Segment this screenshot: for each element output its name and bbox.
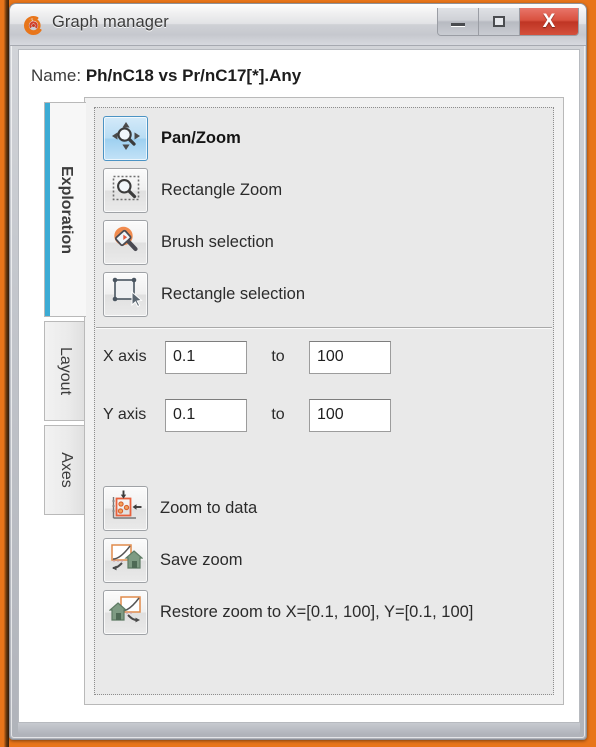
minimize-icon	[451, 23, 465, 27]
action-row-restore-zoom[interactable]: Restore zoom to X=[0.1, 100], Y=[0.1, 10…	[103, 590, 545, 635]
section-separator	[96, 327, 552, 329]
graph-name-label: Name:	[31, 66, 82, 85]
rectangle-zoom-icon	[109, 171, 143, 210]
x-axis-max-input[interactable]	[309, 340, 391, 374]
graph-name-value: Ph/nC18 vs Pr/nC17[*].Any	[85, 66, 302, 85]
y-axis-max-input[interactable]	[309, 398, 391, 432]
action-row-save-zoom[interactable]: Save zoom	[103, 538, 545, 583]
action-row-zoom-to-data[interactable]: Zoom to data	[103, 486, 545, 531]
maximize-button[interactable]	[479, 8, 520, 35]
tool-row-rectangle-selection[interactable]: Rectangle selection	[103, 272, 552, 317]
y-axis-row: Y axis to	[103, 398, 545, 432]
close-icon: X	[542, 11, 556, 32]
x-axis-min-input[interactable]	[165, 340, 247, 374]
spiral-logo-icon	[23, 15, 44, 36]
desktop-edge-shadow	[0, 0, 9, 747]
rectangle-selection-label: Rectangle selection	[161, 285, 306, 303]
exploration-tab-panel: Pan/Zoom Rectangle Zoom Brush selection …	[84, 97, 564, 705]
tab-layout-label: Layout	[57, 346, 75, 396]
close-button[interactable]: X	[520, 8, 578, 35]
desktop-backdrop: Graph manager X Name: Ph/nC18 vs Pr/nC17…	[0, 0, 596, 747]
x-axis-label: X axis	[103, 348, 147, 365]
tab-exploration-label: Exploration	[57, 165, 75, 254]
save-zoom-button[interactable]	[103, 538, 148, 583]
tool-row-rectangle-zoom[interactable]: Rectangle Zoom	[103, 168, 552, 213]
x-axis-to-label: to	[271, 348, 285, 365]
y-axis-min-input[interactable]	[165, 398, 247, 432]
tool-row-brush-selection[interactable]: Brush selection	[103, 220, 552, 265]
tab-strip: Exploration Layout Axes	[44, 102, 86, 515]
rectangle-selection-icon	[109, 275, 143, 314]
tab-axes[interactable]: Axes	[44, 425, 86, 515]
restore-zoom-icon	[107, 593, 143, 632]
panel-focus-frame: Pan/Zoom Rectangle Zoom Brush selection …	[94, 107, 554, 695]
restore-zoom-button[interactable]	[103, 590, 148, 635]
pan-zoom-button[interactable]	[103, 116, 148, 161]
zoom-to-data-icon	[109, 489, 143, 528]
y-axis-label: Y axis	[103, 406, 147, 423]
y-axis-to-label: to	[271, 406, 285, 423]
pan-zoom-label: Pan/Zoom	[161, 129, 241, 147]
save-zoom-label: Save zoom	[160, 551, 243, 569]
rectangle-zoom-label: Rectangle Zoom	[161, 181, 283, 199]
maximize-icon	[493, 16, 505, 27]
zoom-to-data-button[interactable]	[103, 486, 148, 531]
tab-axes-label: Axes	[57, 452, 75, 488]
axis-range-section: X axis to Y axis to	[103, 340, 545, 432]
window-controls: X	[437, 8, 579, 36]
save-zoom-icon	[109, 541, 144, 580]
window-title: Graph manager	[52, 13, 169, 31]
x-axis-row: X axis to	[103, 340, 545, 374]
tab-exploration[interactable]: Exploration	[44, 102, 86, 317]
graph-name-row: Name: Ph/nC18 vs Pr/nC17[*].Any	[31, 66, 301, 86]
minimize-button[interactable]	[438, 8, 479, 35]
zoom-to-data-label: Zoom to data	[160, 499, 258, 517]
client-area: Name: Ph/nC18 vs Pr/nC17[*].Any Explorat…	[18, 49, 580, 723]
graph-manager-window: Graph manager X Name: Ph/nC18 vs Pr/nC17…	[9, 3, 587, 740]
window-bottom-strip	[18, 723, 580, 734]
restore-zoom-label: Restore zoom to X=[0.1, 100], Y=[0.1, 10…	[160, 603, 474, 621]
pan-zoom-icon	[109, 119, 143, 158]
tool-row-pan-zoom[interactable]: Pan/Zoom	[103, 116, 552, 161]
brush-selection-label: Brush selection	[161, 233, 274, 251]
brush-selection-icon	[109, 223, 143, 262]
tool-list: Pan/Zoom Rectangle Zoom Brush selection …	[96, 109, 552, 326]
rectangle-selection-button[interactable]	[103, 272, 148, 317]
zoom-action-section: Zoom to data Save zoom Restore zoom to X…	[103, 486, 545, 635]
tab-layout[interactable]: Layout	[44, 321, 86, 421]
rectangle-zoom-button[interactable]	[103, 168, 148, 213]
brush-selection-button[interactable]	[103, 220, 148, 265]
title-bar[interactable]: Graph manager X	[10, 4, 586, 46]
